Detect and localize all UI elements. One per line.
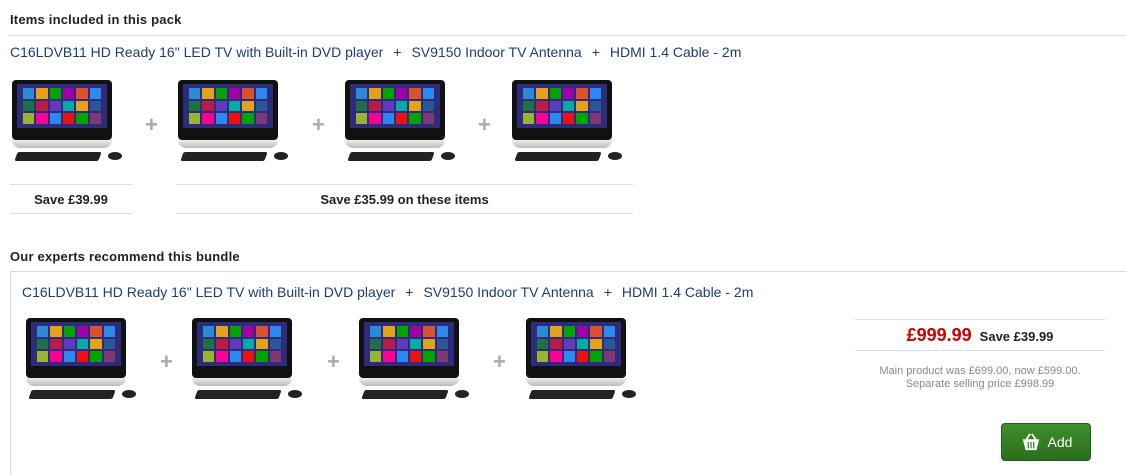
plus-icon: + [327,349,340,374]
add-button-label: Add [1047,434,1073,450]
bundle-title: Our experts recommend this bundle [10,249,240,264]
plus-icon: + [145,112,158,137]
product-image-cable[interactable] [343,80,455,170]
bundle-note-line1: Main product was £699.00, now £599.00. [879,365,1081,377]
pack-item-link-cable[interactable]: HDMI 1.4 Cable - 2m [610,44,741,60]
all-in-one-pc-icon [526,318,626,378]
all-in-one-pc-icon [512,80,612,140]
bundle-save: Save £39.99 [979,329,1054,344]
plus-icon: + [478,112,491,137]
bundle-image-cable[interactable] [357,318,469,408]
pack-save-others: Save £35.99 on these items [176,184,633,214]
pack-item-link-antenna[interactable]: SV9150 Indoor TV Antenna [411,44,581,60]
all-in-one-pc-icon [26,318,126,378]
pack-save-main: Save £39.99 [10,184,132,214]
add-to-basket-button[interactable]: Add [1001,423,1091,461]
product-image-antenna[interactable] [176,80,288,170]
bundle-item-link-tv[interactable]: C16LDVB11 HD Ready 16" LED TV with Built… [22,284,395,300]
plus-icon: + [160,349,173,374]
plus-icon: + [312,112,325,137]
bundle-price-box: £999.99 Save £39.99 [855,319,1105,351]
plus-icon: + [493,349,506,374]
bundle-price: £999.99 [906,325,972,345]
bundle-image-antenna[interactable] [190,318,302,408]
basket-icon [1022,433,1039,451]
all-in-one-pc-icon [192,318,292,378]
product-image-tv[interactable] [10,80,122,170]
all-in-one-pc-icon [12,80,112,140]
bundle-item-link-cable[interactable]: HDMI 1.4 Cable - 2m [622,284,753,300]
pack-title: Items included in this pack [10,12,182,27]
bundle-note-line2: Separate selling price £998.99 [905,378,1055,390]
pack-item-link-tv[interactable]: C16LDVB11 HD Ready 16" LED TV with Built… [10,44,383,60]
plus-separator: + [393,44,402,60]
bundle-image-extra[interactable] [524,318,636,408]
plus-separator: + [603,284,612,300]
product-image-extra[interactable] [510,80,622,170]
bundle-item-link-antenna[interactable]: SV9150 Indoor TV Antenna [423,284,593,300]
bundle-image-tv[interactable] [24,318,136,408]
bundle-items-line: C16LDVB11 HD Ready 16" LED TV with Built… [22,284,753,300]
all-in-one-pc-icon [178,80,278,140]
pack-title-divider [8,35,1127,36]
all-in-one-pc-icon [359,318,459,378]
pack-items-line: C16LDVB11 HD Ready 16" LED TV with Built… [10,44,741,60]
plus-separator: + [591,44,600,60]
all-in-one-pc-icon [345,80,445,140]
plus-separator: + [405,284,414,300]
